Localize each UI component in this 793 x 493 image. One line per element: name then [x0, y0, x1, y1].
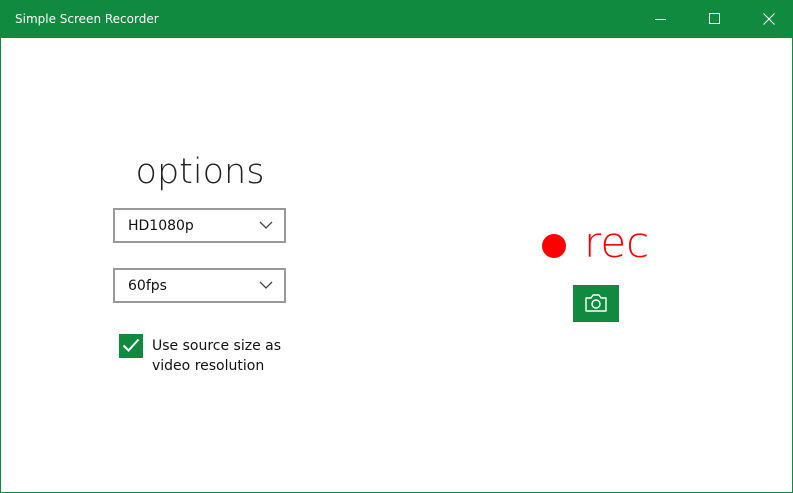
window-title: Simple Screen Recorder — [15, 12, 159, 26]
resolution-dropdown[interactable]: HD1080p — [113, 208, 286, 243]
minimize-button[interactable] — [638, 0, 684, 38]
app-window: Simple Screen Recorder options HD1080p 6… — [0, 0, 793, 493]
record-button[interactable]: rec — [584, 218, 649, 268]
close-button[interactable] — [746, 0, 792, 38]
record-dot-icon[interactable] — [542, 234, 566, 258]
checkmark-icon — [122, 338, 140, 352]
options-heading: options — [135, 152, 265, 192]
maximize-button[interactable] — [692, 0, 738, 38]
chevron-down-icon — [259, 281, 273, 289]
framerate-value: 60fps — [128, 278, 167, 294]
close-icon — [763, 13, 775, 25]
camera-icon — [585, 294, 607, 312]
title-bar[interactable]: Simple Screen Recorder — [1, 0, 792, 38]
use-source-size-checkbox[interactable] — [119, 334, 143, 358]
screenshot-button[interactable] — [573, 285, 619, 322]
framerate-dropdown[interactable]: 60fps — [113, 268, 286, 303]
minimize-icon — [655, 19, 666, 20]
use-source-size-label[interactable]: Use source size as video resolution — [152, 336, 302, 376]
chevron-down-icon — [259, 221, 273, 229]
resolution-value: HD1080p — [128, 218, 194, 234]
maximize-icon — [709, 13, 720, 24]
